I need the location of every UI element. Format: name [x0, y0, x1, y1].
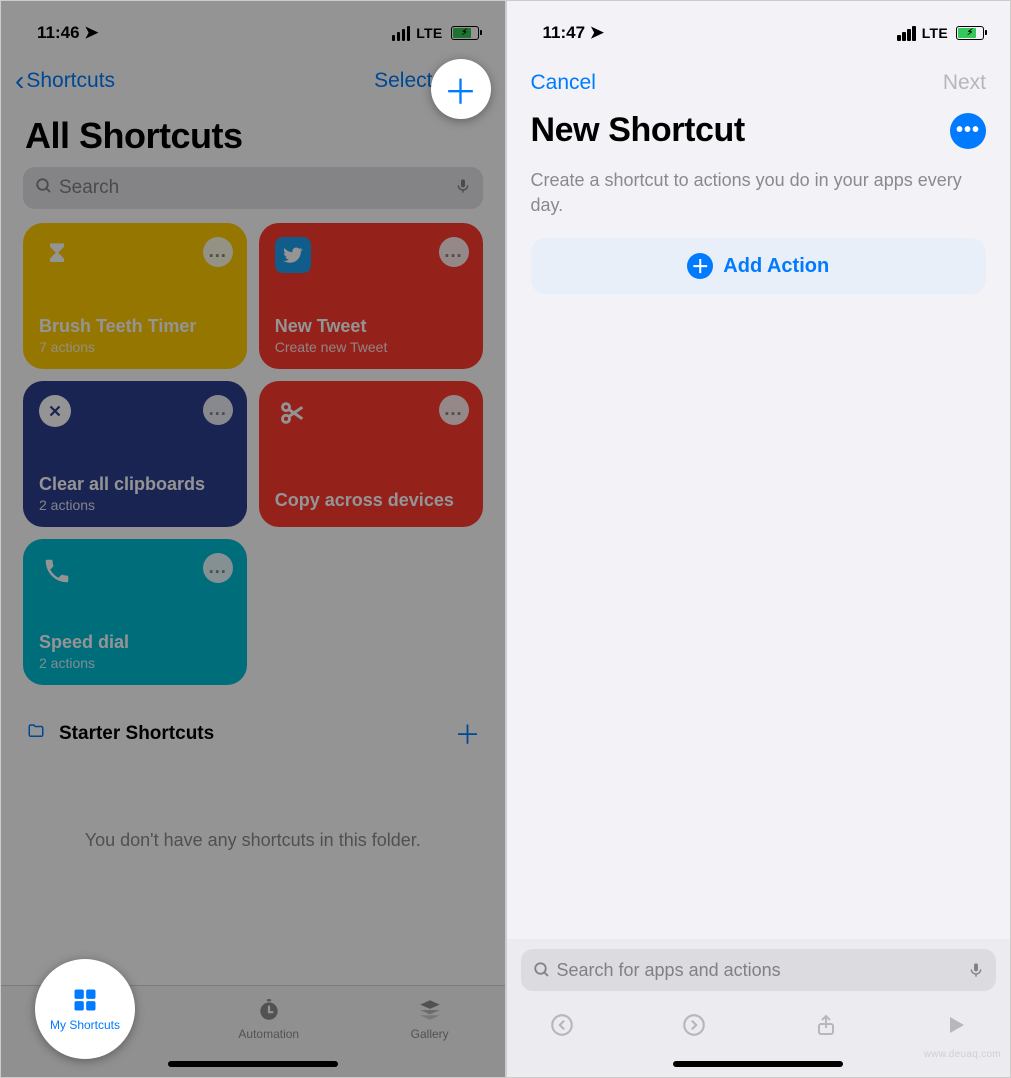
network-label: LTE [922, 25, 948, 41]
all-shortcuts-screen: 11:46 ➤ LTE ⚡︎ ‹ Shortcuts Select ＋ All … [0, 0, 506, 1078]
tile-title: New Tweet [275, 316, 467, 337]
status-bar: 11:46 ➤ LTE ⚡︎ [1, 1, 505, 49]
tab-automation[interactable]: Automation [238, 996, 299, 1041]
tile-subtitle: Create new Tweet [275, 339, 467, 355]
home-indicator[interactable] [673, 1061, 843, 1067]
status-bar: 11:47 ➤ LTE ⚡︎ [507, 1, 1011, 49]
gallery-icon [415, 996, 445, 1024]
watermark: www.deuaq.com [924, 1049, 1001, 1060]
shortcut-tile-copy-devices[interactable]: … Copy across devices [259, 381, 483, 527]
search-icon [35, 177, 53, 200]
scissors-icon [275, 395, 311, 431]
shortcut-tile-clear-clipboards[interactable]: … Clear all clipboards 2 actions [23, 381, 247, 527]
tile-title: Speed dial [39, 632, 231, 653]
tile-more-button[interactable]: … [439, 237, 469, 267]
starter-shortcuts-section: Starter Shortcuts ＋ [1, 685, 505, 760]
shortcut-tile-new-tweet[interactable]: … New Tweet Create new Tweet [259, 223, 483, 369]
back-button[interactable]: ‹ Shortcuts [15, 65, 115, 97]
play-button[interactable] [944, 1013, 968, 1043]
tab-gallery[interactable]: Gallery [411, 996, 449, 1041]
network-label: LTE [416, 25, 442, 41]
battery-icon: ⚡︎ [956, 26, 984, 40]
description-text: Create a shortcut to actions you do in y… [507, 156, 1011, 238]
status-right: LTE ⚡︎ [897, 25, 984, 41]
cancel-button[interactable]: Cancel [531, 71, 596, 95]
hourglass-icon [39, 237, 75, 273]
tile-title: Brush Teeth Timer [39, 316, 231, 337]
clock-icon [254, 996, 284, 1024]
nav-bar: Cancel Next [507, 49, 1011, 103]
shortcut-tile-speed-dial[interactable]: … Speed dial 2 actions [23, 539, 247, 685]
signal-bars-icon [897, 26, 916, 41]
twitter-icon [275, 237, 311, 273]
x-circle-icon [39, 395, 71, 427]
tile-subtitle: 7 actions [39, 339, 231, 355]
plus-circle-icon: ＋ [687, 253, 713, 279]
shortcut-tile-brush-teeth[interactable]: … Brush Teeth Timer 7 actions [23, 223, 247, 369]
back-label: Shortcuts [26, 69, 115, 93]
add-action-button[interactable]: ＋ Add Action [531, 238, 987, 294]
tile-more-button[interactable]: … [439, 395, 469, 425]
redo-button[interactable] [681, 1012, 707, 1044]
title-row: New Shortcut ••• [507, 103, 1011, 156]
mic-icon[interactable] [968, 960, 984, 980]
battery-icon: ⚡︎ [451, 26, 479, 40]
tile-title: Clear all clipboards [39, 474, 231, 495]
tile-more-button[interactable]: … [203, 237, 233, 267]
tile-title: Copy across devices [275, 490, 467, 511]
add-action-label: Add Action [723, 255, 829, 278]
search-placeholder: Search for apps and actions [557, 960, 969, 981]
search-actions-input[interactable]: Search for apps and actions [521, 949, 997, 991]
tile-subtitle: 2 actions [39, 655, 231, 671]
tile-subtitle: 2 actions [39, 497, 231, 513]
folder-icon [25, 722, 47, 746]
page-title: All Shortcuts [1, 107, 505, 167]
nav-bar: ‹ Shortcuts Select ＋ [1, 49, 505, 107]
search-icon [533, 961, 551, 979]
highlight-my-shortcuts-tab[interactable]: My Shortcuts [35, 959, 135, 1059]
mic-icon[interactable] [455, 176, 471, 201]
more-options-button[interactable]: ••• [950, 113, 986, 149]
location-arrow-icon: ➤ [84, 23, 98, 43]
tile-more-button[interactable]: … [203, 553, 233, 583]
status-right: LTE ⚡︎ [392, 25, 479, 41]
phone-icon [39, 553, 75, 589]
search-input[interactable]: Search [23, 167, 483, 209]
status-time: 11:47 ➤ [543, 23, 605, 43]
highlight-add-button[interactable]: ＋ [431, 59, 491, 119]
chevron-left-icon: ‹ [15, 65, 24, 97]
next-button[interactable]: Next [943, 71, 986, 95]
undo-button[interactable] [549, 1012, 575, 1044]
page-title: New Shortcut [531, 111, 745, 150]
status-time: 11:46 ➤ [37, 23, 99, 43]
section-title: Starter Shortcuts [59, 723, 214, 745]
location-arrow-icon: ➤ [590, 23, 604, 43]
share-button[interactable] [814, 1011, 838, 1045]
new-shortcut-screen: 11:47 ➤ LTE ⚡︎ Cancel Next New Shortcut … [506, 0, 1011, 1078]
shortcut-grid: … Brush Teeth Timer 7 actions … New Twee… [1, 223, 505, 685]
select-button[interactable]: Select [374, 69, 432, 93]
home-indicator[interactable] [168, 1061, 338, 1067]
empty-state-text: You don't have any shortcuts in this fol… [1, 760, 505, 921]
tile-more-button[interactable]: … [203, 395, 233, 425]
add-starter-button[interactable]: ＋ [454, 715, 480, 752]
search-placeholder: Search [59, 177, 455, 199]
signal-bars-icon [392, 26, 411, 41]
